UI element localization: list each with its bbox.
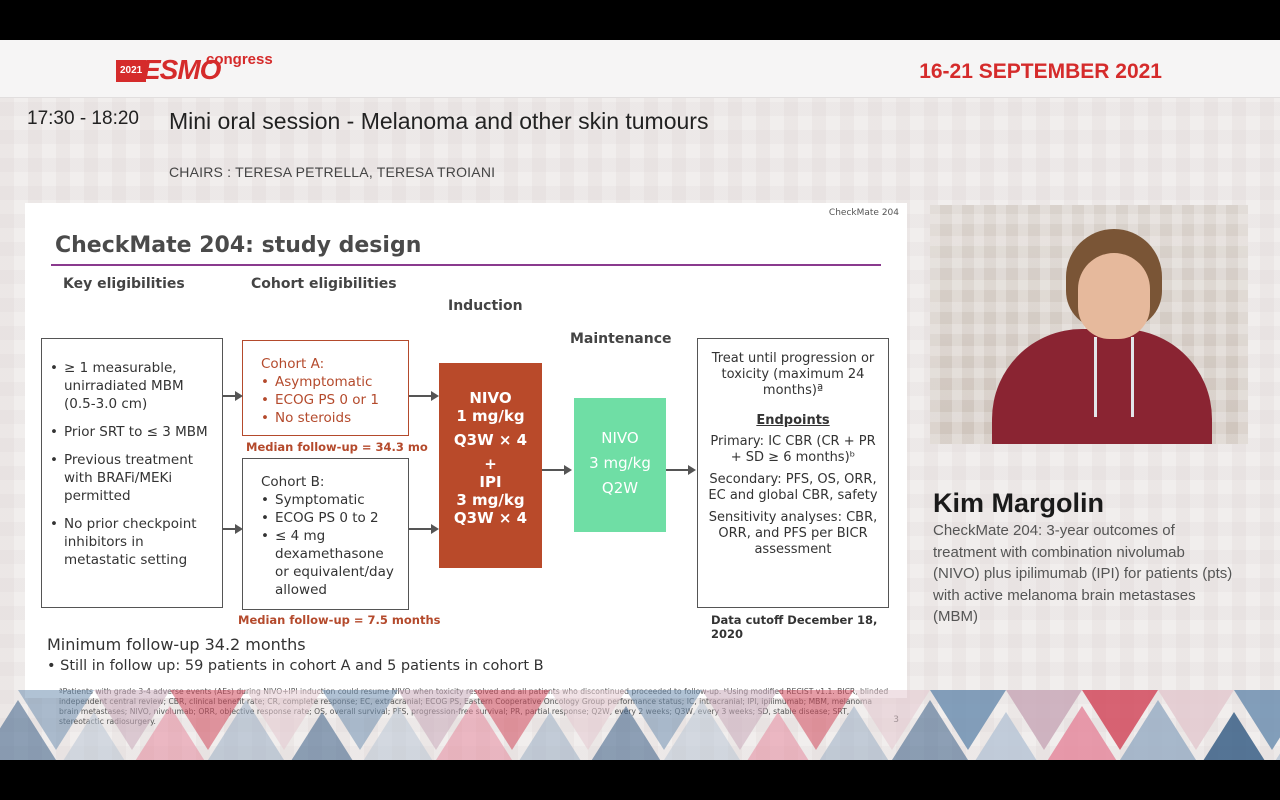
cohort-a-item: Asymptomatic (261, 373, 400, 391)
still-in-followup: • Still in follow up: 59 patients in coh… (47, 658, 544, 674)
cohort-b-item: ≤ 4 mg dexamethasone or equivalent/day a… (261, 527, 400, 599)
decorative-triangle-band (0, 690, 1280, 760)
key-item: ≥ 1 measurable, unirradiated MBM (0.5-3.… (50, 359, 214, 413)
cohort-a-box: Cohort A: Asymptomatic ECOG PS 0 or 1 No… (242, 340, 409, 436)
treat-until-text: Treat until progression or toxicity (max… (711, 351, 875, 398)
cohort-a-item: No steroids (261, 409, 400, 427)
slide-tag: CheckMate 204 (828, 208, 899, 218)
speaker-name: Kim Margolin (933, 488, 1105, 518)
arrow-a-to-induction (409, 391, 439, 401)
title-rule (51, 264, 881, 266)
induction-line: 1 mg/kg (456, 407, 525, 425)
cohort-a-followup: Median follow-up = 34.3 mo (246, 440, 428, 454)
cohort-b-item: ECOG PS 0 to 2 (261, 509, 400, 527)
speaker-face (1078, 253, 1150, 339)
session-time: 17:30 - 18:20 (27, 108, 139, 129)
sensitivity-analyses: Sensitivity analyses: CBR, ORR, and PFS … (708, 510, 878, 557)
maintenance-line: NIVO (601, 429, 639, 447)
key-eligibilities-box: ≥ 1 measurable, unirradiated MBM (0.5-3.… (41, 338, 223, 608)
cohort-eligibilities-heading: Cohort eligibilities (251, 276, 397, 292)
maintenance-line: 3 mg/kg (589, 454, 651, 472)
induction-line: IPI (479, 473, 502, 491)
induction-line: 3 mg/kg (456, 491, 525, 509)
secondary-endpoint: Secondary: PFS, OS, ORR, EC and global C… (708, 472, 878, 503)
arrow-maintenance-to-followup (666, 465, 696, 475)
arrow-key-to-b (223, 524, 243, 534)
induction-line: Q3W × 4 (453, 509, 528, 527)
arrow-b-to-induction (409, 524, 439, 534)
induction-box: NIVO 1 mg/kg Q3W × 4 + IPI 3 mg/kg Q3W ×… (439, 363, 542, 568)
minimum-followup: Minimum follow-up 34.2 months (47, 635, 306, 654)
key-item: Prior SRT to ≤ 3 MBM (50, 423, 214, 441)
primary-endpoint: Primary: IC CBR (CR + PR + SD ≥ 6 months… (710, 434, 876, 465)
maintenance-heading: Maintenance (570, 331, 672, 347)
cohort-a-item: ECOG PS 0 or 1 (261, 391, 400, 409)
still-in-followup-text: Still in follow up: 59 patients in cohor… (60, 658, 544, 674)
presentation-slide: CheckMate 204 CheckMate 204: study desig… (25, 203, 907, 726)
session-chairs: CHAIRS : TERESA PETRELLA, TERESA TROIANI (169, 164, 496, 180)
cohort-a-title: Cohort A: (261, 356, 325, 372)
arrow-key-to-a (223, 391, 243, 401)
congress-header: 2021 ESMO congress 16-21 SEPTEMBER 2021 (0, 40, 1280, 98)
speaker-lanyard (1094, 337, 1134, 417)
key-item: Previous treatment with BRAFi/MEKi permi… (50, 451, 214, 505)
arrow-induction-to-maintenance (542, 465, 572, 475)
induction-line: Q3W × 4 (453, 431, 528, 449)
speaker-video (930, 205, 1248, 444)
induction-heading: Induction (448, 298, 523, 314)
induction-line: NIVO (469, 389, 512, 407)
decorative-triangle (1272, 706, 1280, 760)
slide-title: CheckMate 204: study design (55, 233, 422, 258)
video-stage: 2021 ESMO congress 16-21 SEPTEMBER 2021 … (0, 40, 1280, 760)
endpoints-heading: Endpoints (756, 413, 830, 428)
esmo-logo: 2021 ESMO congress (116, 51, 276, 86)
cohort-b-item: Symptomatic (261, 491, 400, 509)
key-eligibilities-heading: Key eligibilities (63, 276, 185, 292)
logo-suffix: congress (206, 51, 273, 68)
congress-dates: 16-21 SEPTEMBER 2021 (919, 60, 1162, 83)
maintenance-box: NIVO 3 mg/kg Q2W (574, 398, 666, 532)
data-cutoff: Data cutoff December 18, 2020 (711, 613, 878, 641)
cohort-b-box: Cohort B: Symptomatic ECOG PS 0 to 2 ≤ 4… (242, 458, 409, 610)
outcomes-box: Treat until progression or toxicity (max… (697, 338, 889, 608)
session-title: Mini oral session - Melanoma and other s… (169, 108, 709, 134)
induction-line: + (484, 455, 497, 473)
key-item: No prior checkpoint inhibitors in metast… (50, 515, 214, 569)
cohort-b-title: Cohort B: (261, 474, 325, 490)
maintenance-line: Q2W (601, 479, 639, 497)
talk-title: CheckMate 204: 3-year outcomes of treatm… (933, 522, 1233, 625)
cohort-b-followup: Median follow-up = 7.5 months (238, 613, 441, 627)
